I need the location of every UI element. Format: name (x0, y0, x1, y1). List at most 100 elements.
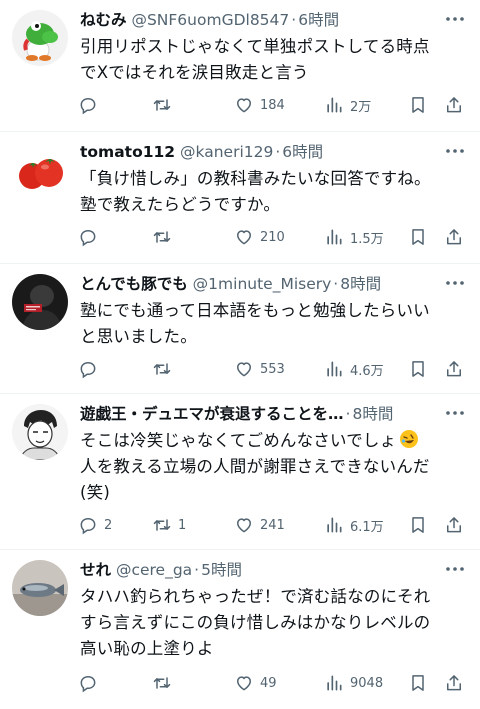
rolling-laughing-emoji-icon (400, 430, 419, 448)
post-text-line: 塾で教えたらどうですか。 (80, 195, 281, 214)
avatar[interactable] (12, 142, 68, 198)
share-button[interactable] (444, 670, 464, 696)
author-name[interactable]: とんでも豚でも (80, 275, 188, 293)
bookmark-button[interactable] (408, 224, 428, 250)
like-count: 184 (260, 97, 285, 113)
post-text: そこは冷笑じゃなくてごめんなさいでしょ 人を教える立場の人間が謝罪さえできないん… (80, 428, 470, 506)
repost-button[interactable]: 1 (152, 512, 186, 538)
author-name[interactable]: tomato112 (80, 143, 175, 161)
share-button[interactable] (444, 92, 464, 118)
bookmark-button[interactable] (408, 670, 428, 696)
post-time[interactable]: 8時間 (340, 275, 381, 293)
post-text-line: すら言えずにこの負け惜しみはかなりレベルの (80, 613, 431, 632)
views-button[interactable]: 2万 (324, 92, 371, 118)
repost-button[interactable] (152, 356, 178, 382)
author-name[interactable]: せれ (80, 561, 111, 579)
reply-icon (80, 361, 96, 379)
bookmark-icon (412, 97, 424, 113)
separator: · (291, 11, 297, 29)
views-count: 6.1万 (350, 519, 384, 535)
post-time[interactable]: 8時間 (352, 405, 393, 423)
post-text-line: でXではそれを涙目敗走と言う (80, 63, 309, 82)
action-bar: 210 1.5万 (78, 224, 472, 250)
separator: · (194, 561, 200, 579)
avatar[interactable] (12, 274, 68, 330)
reply-icon (80, 675, 96, 693)
post[interactable]: とんでも豚でも @1minute_Misery · 8時間 塾にでも通って日本語をも… (0, 264, 480, 394)
author-handle[interactable]: @kaneri129 (180, 143, 273, 161)
author-name[interactable]: ねむみ (80, 11, 127, 29)
share-button[interactable] (444, 512, 464, 538)
more-options-icon[interactable] (444, 272, 466, 294)
share-button[interactable] (444, 356, 464, 382)
avatar[interactable] (12, 404, 68, 460)
reply-button[interactable]: 2 (78, 512, 112, 538)
reply-button[interactable] (78, 356, 104, 382)
views-button[interactable]: 6.1万 (324, 512, 384, 538)
bookmark-button[interactable] (408, 92, 428, 118)
more-options-icon[interactable] (444, 8, 466, 30)
views-count: 1.5万 (350, 231, 384, 247)
tomato-avatar-icon (12, 142, 68, 198)
post[interactable]: せれ @cere_ga · 5時間 タハハ釣られちゃったぜ！で済む話なのにそれ すら… (0, 550, 480, 709)
avatar[interactable] (12, 560, 68, 616)
more-options-icon[interactable] (444, 140, 466, 162)
post[interactable]: tomato112 @kaneri129 · 6時間 「負け惜しみ」の教科書みたいな… (0, 132, 480, 264)
action-bar: 184 2万 (78, 92, 472, 118)
like-button[interactable]: 210 (234, 224, 285, 250)
post-header: ねむみ @SNF6uomGDl8547 · 6時間 (80, 8, 440, 32)
views-count: 2万 (350, 99, 372, 115)
heart-icon (237, 98, 251, 113)
author-handle[interactable]: @SNF6uomGDl8547 (131, 11, 289, 29)
reply-icon (80, 97, 96, 115)
views-button[interactable]: 9048 (324, 670, 383, 696)
reply-feed: ねむみ @SNF6uomGDl8547 · 6時間 引用リポストじゃなくて単独ポスト… (0, 0, 480, 709)
post-time[interactable]: 6時間 (282, 143, 323, 161)
views-chart-icon (327, 361, 342, 377)
reply-icon (80, 517, 96, 535)
repost-button[interactable] (152, 92, 178, 118)
bookmark-button[interactable] (408, 356, 428, 382)
bookmark-button[interactable] (408, 512, 428, 538)
like-button[interactable]: 241 (234, 512, 285, 538)
heart-icon (237, 518, 251, 533)
manga-avatar-icon (12, 404, 68, 460)
repost-icon (153, 231, 171, 243)
views-chart-icon (327, 97, 342, 113)
more-options-icon[interactable] (444, 558, 466, 580)
post[interactable]: 遊戯王・デュエマが衰退することを… · 8時間 そこは冷笑じゃなくてごめんなさいでし… (0, 394, 480, 550)
like-button[interactable]: 553 (234, 356, 285, 382)
post-text-line: 人を教える立場の人間が謝罪さえできないんだ (80, 457, 430, 476)
post[interactable]: ねむみ @SNF6uomGDl8547 · 6時間 引用リポストじゃなくて単独ポスト… (0, 0, 480, 132)
more-options-icon[interactable] (444, 402, 466, 424)
share-icon (447, 517, 461, 533)
share-icon (447, 97, 461, 113)
like-button[interactable]: 49 (234, 670, 277, 696)
repost-button[interactable] (152, 670, 178, 696)
post-text-line: そこは冷笑じゃなくてごめんなさいでしょ (80, 431, 397, 450)
views-button[interactable]: 4.6万 (324, 356, 384, 382)
views-chart-icon (327, 229, 342, 245)
like-button[interactable]: 184 (234, 92, 285, 118)
repost-button[interactable] (152, 224, 178, 250)
author-name[interactable]: 遊戯王・デュエマが衰退することを… (80, 405, 344, 423)
heart-icon (237, 362, 251, 377)
avatar[interactable] (12, 10, 68, 66)
reply-button[interactable] (78, 670, 104, 696)
share-icon (447, 361, 461, 377)
like-count: 553 (260, 361, 285, 377)
reply-button[interactable] (78, 224, 104, 250)
author-handle[interactable]: @cere_ga (116, 561, 192, 579)
share-button[interactable] (444, 224, 464, 250)
reply-count: 2 (104, 517, 113, 533)
post-header: tomato112 @kaneri129 · 6時間 (80, 140, 440, 164)
reply-icon (80, 229, 96, 247)
post-time[interactable]: 6時間 (298, 11, 339, 29)
like-count: 241 (260, 517, 285, 533)
author-handle[interactable]: @1minute_Misery (193, 275, 332, 293)
post-time[interactable]: 5時間 (201, 561, 242, 579)
reply-button[interactable] (78, 92, 104, 118)
post-text-line: (笑) (80, 483, 110, 502)
views-button[interactable]: 1.5万 (324, 224, 384, 250)
bookmark-icon (412, 361, 424, 377)
